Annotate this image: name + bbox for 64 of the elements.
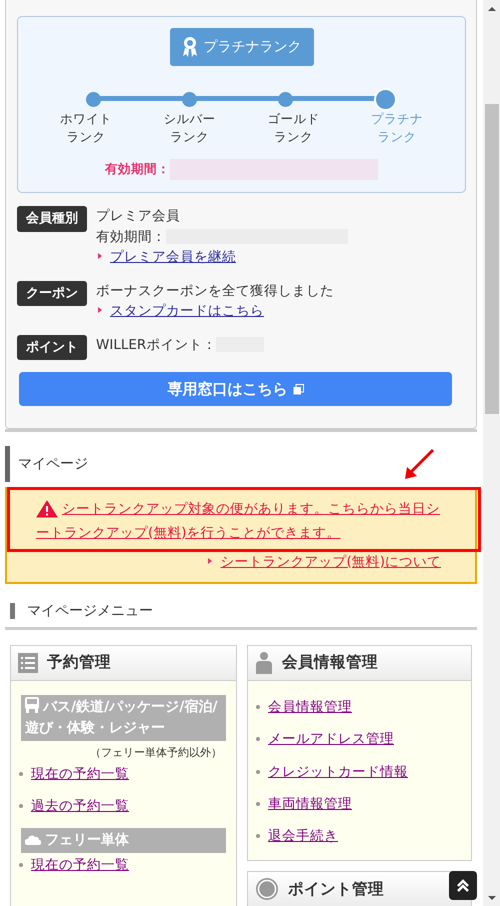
rank-label: ランク	[169, 128, 210, 146]
text-link[interactable]: プレミア会員を継続	[110, 249, 236, 265]
note-text: （フェリー単体予約以外）	[89, 745, 223, 761]
scroll-thumb[interactable]	[484, 104, 498, 414]
award-ribbon-icon	[182, 36, 198, 58]
menu-link[interactable]: 現在の予約一覧	[31, 764, 129, 784]
row-label: 会員種別	[17, 206, 87, 232]
window-button[interactable]: 専用窓口はこちら	[19, 372, 452, 406]
menu-link[interactable]: 退会手続き	[268, 826, 338, 846]
rank-label: ランク	[66, 128, 106, 146]
menu-link[interactable]: メールアドレス管理	[268, 729, 394, 750]
info-text: WILLERポイント：	[96, 336, 216, 352]
bullet-icon	[256, 802, 260, 806]
section-heading: マイページメニュー	[10, 603, 153, 619]
card-title: 予約管理	[47, 652, 111, 674]
bullet-icon	[256, 770, 260, 774]
double-chevron-up-icon	[457, 878, 469, 892]
text-link[interactable]: スタンプカードはこちら	[110, 303, 264, 319]
rank-label: ランク	[272, 128, 314, 146]
row-label: ポイント	[17, 334, 87, 360]
rank-label: ホワイト	[59, 110, 113, 128]
menu-link[interactable]: 現在の予約一覧	[31, 855, 129, 876]
category-header: バス/鉄道/パッケージ/宿泊/遊び・体験・レジャー	[21, 695, 226, 741]
external-window-icon	[292, 384, 304, 394]
cloud-icon	[25, 835, 41, 846]
menu-link[interactable]: 過去の予約一覧	[31, 796, 129, 816]
section-heading: マイページ	[5, 446, 88, 482]
bullet-icon	[98, 307, 102, 314]
bullet-icon	[98, 253, 102, 260]
rank-label: プラチナ	[370, 110, 424, 128]
menu-link[interactable]: 車両情報管理	[268, 794, 352, 814]
pointer-arrow	[403, 448, 435, 482]
bullet-icon	[256, 834, 260, 838]
scroll-to-top-button[interactable]	[449, 871, 477, 900]
card-title: 会員情報管理	[282, 652, 378, 674]
rank-label: ゴールド	[266, 110, 320, 128]
validity-label: 有効期間：	[105, 161, 170, 176]
person-icon	[255, 652, 273, 674]
bullet-icon	[19, 772, 23, 776]
bullet-icon	[208, 558, 212, 564]
row-label: クーポン	[17, 280, 87, 306]
menu-link[interactable]: 会員情報管理	[268, 697, 352, 718]
info-text: プレミア会員	[96, 208, 180, 224]
text-link[interactable]: シートランクアップ(無料)について	[220, 554, 441, 570]
category-header: フェリー単体	[21, 828, 226, 853]
info-text: 有効期間：	[96, 228, 166, 244]
bullet-icon	[19, 863, 23, 868]
points-icon	[255, 877, 279, 902]
alert-link[interactable]: シートランクアップ対象の便があります。こちらから当日シートランクアップ(無料)を行うことができます。	[36, 497, 452, 545]
list-icon	[18, 653, 38, 673]
scroll-up-icon[interactable]	[488, 6, 496, 10]
info-text: ボーナスクーポンを全て獲得しました	[96, 282, 334, 298]
rank-badge: プラチナランク	[170, 28, 314, 66]
bullet-icon	[256, 705, 260, 710]
scrollbar[interactable]	[483, 0, 500, 906]
bullet-icon	[256, 737, 260, 742]
bullet-icon	[19, 804, 23, 808]
bus-icon	[25, 697, 39, 713]
card-title: ポイント管理	[288, 878, 384, 900]
menu-link[interactable]: クレジットカード情報	[268, 762, 408, 782]
warning-icon	[36, 500, 58, 518]
scroll-down-icon[interactable]	[488, 896, 496, 900]
rank-label: ランク	[376, 128, 418, 146]
rank-label: シルバー	[162, 110, 217, 128]
